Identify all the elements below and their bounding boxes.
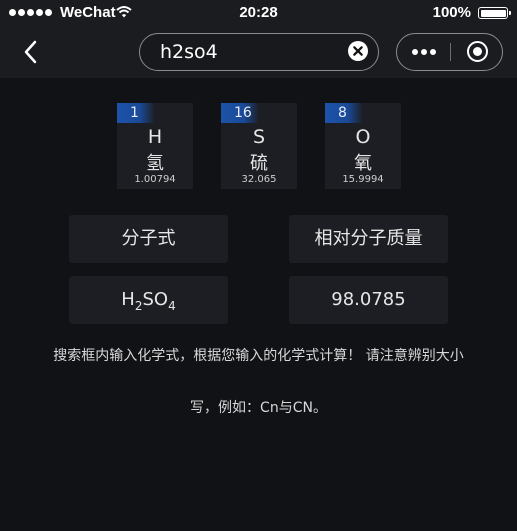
- search-input[interactable]: [160, 34, 330, 69]
- element-card-hydrogen: 1 H 氢 1.00794: [117, 103, 193, 189]
- hint-line-2: 写，例如：Cn与CN。: [190, 400, 327, 416]
- clear-icon: [348, 41, 368, 61]
- molecular-mass-value: 98.0785: [289, 276, 448, 324]
- formula-value: H2SO4: [69, 276, 228, 324]
- element-symbol: O: [355, 126, 371, 148]
- molecular-mass-label: 相对分子质量: [289, 215, 448, 263]
- atomic-mass: 32.065: [241, 174, 277, 185]
- close-mini-program-button[interactable]: [451, 34, 503, 69]
- element-symbol: S: [252, 126, 266, 148]
- hint-line-1: 搜索框内输入化学式，根据您输入的化学式计算！ 请注意辨别大小: [53, 348, 464, 364]
- battery-icon: [478, 7, 511, 19]
- element-name: 硫: [250, 153, 268, 174]
- back-button[interactable]: [18, 38, 44, 66]
- formula-part: H: [121, 289, 135, 310]
- search-box: [139, 33, 379, 71]
- atomic-mass: 1.00794: [134, 174, 176, 185]
- formula-part: SO: [142, 289, 169, 310]
- element-symbol: H: [147, 126, 163, 148]
- formula-label: 分子式: [69, 215, 228, 263]
- more-button[interactable]: [397, 34, 450, 69]
- battery-percent: 100%: [432, 4, 471, 21]
- element-name: 氢: [146, 153, 164, 174]
- clear-search-button[interactable]: [348, 41, 368, 61]
- element-card-oxygen: 8 O 氧 15.9994: [325, 103, 401, 189]
- atomic-mass: 15.9994: [342, 174, 384, 185]
- atomic-number: 8: [325, 103, 363, 123]
- chevron-left-icon: [24, 40, 37, 64]
- atomic-number: 16: [221, 103, 259, 123]
- nav-bar: [0, 26, 517, 78]
- atomic-number: 1: [117, 103, 155, 123]
- formula-subscript: 4: [168, 299, 176, 313]
- mini-program-capsule: [396, 33, 503, 71]
- element-name: 氧: [354, 153, 372, 174]
- element-card-sulfur: 16 S 硫 32.065: [221, 103, 297, 189]
- status-bar: WeChat 20:28 100%: [0, 0, 517, 26]
